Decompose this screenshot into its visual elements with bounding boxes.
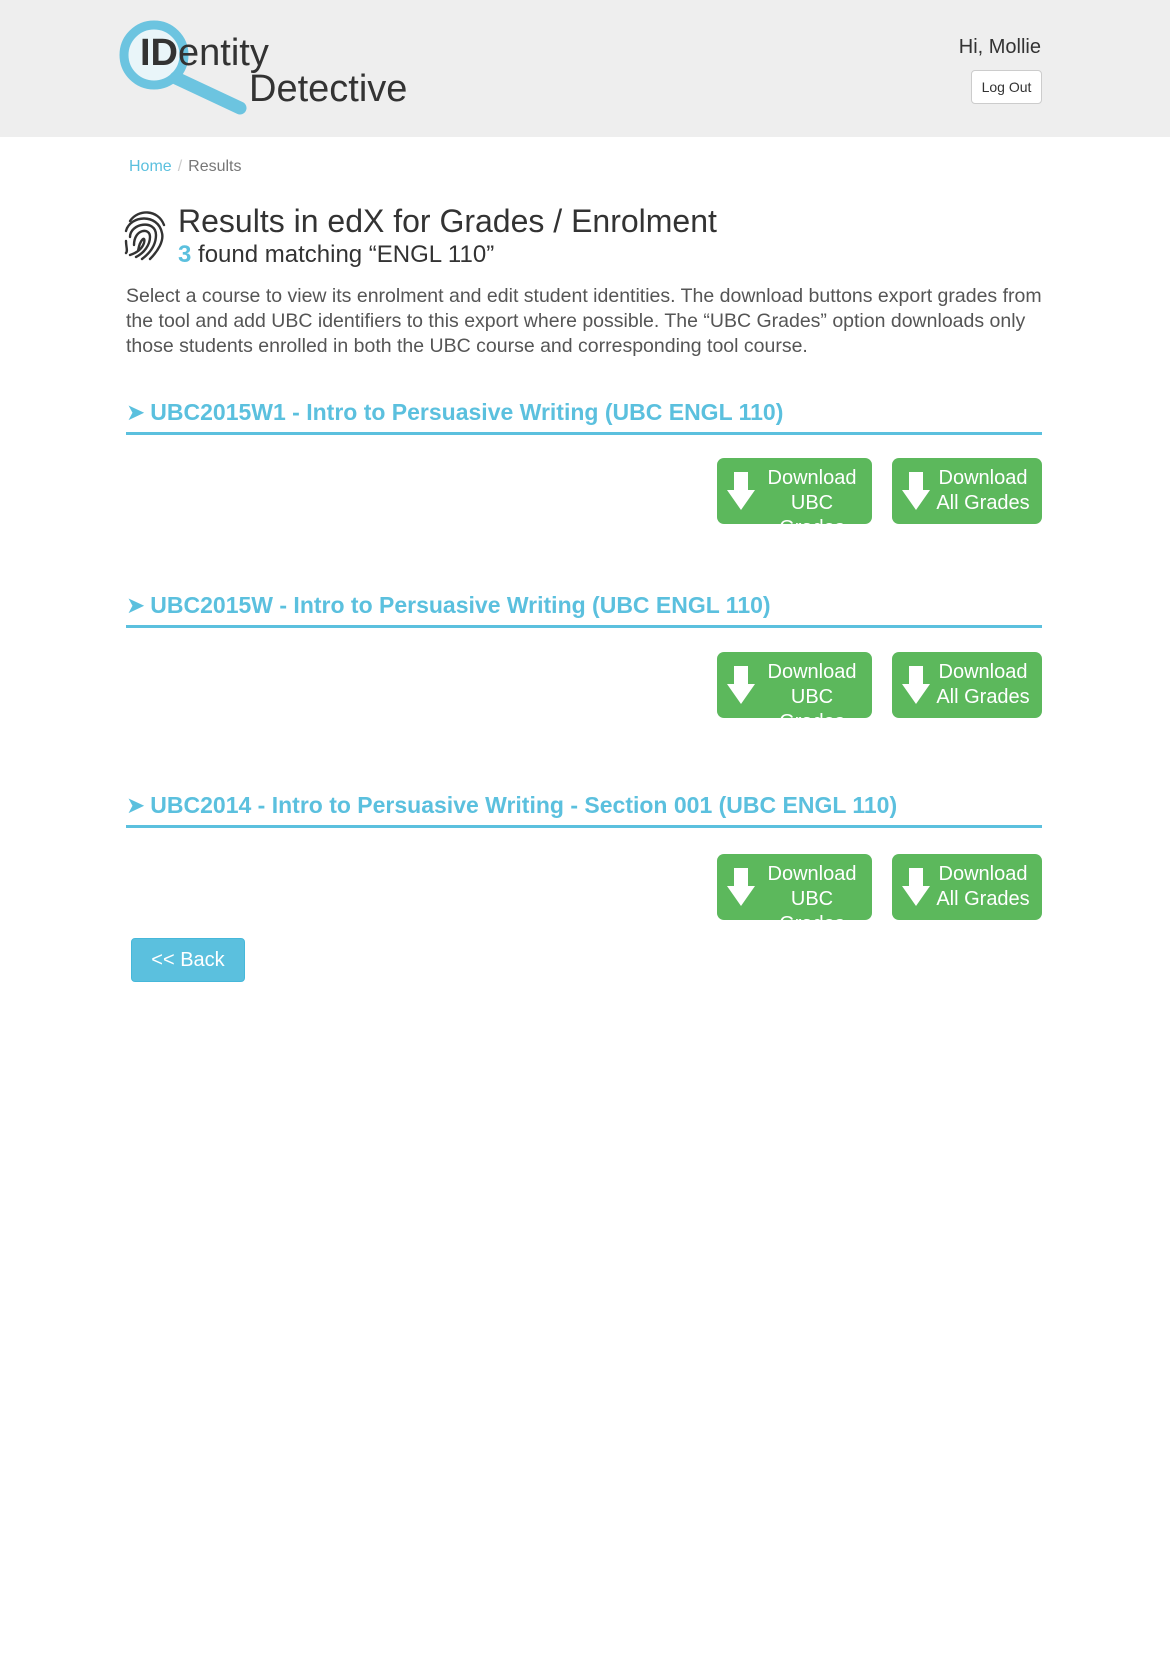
page-title: Results in edX for Grades / Enrolment xyxy=(178,203,717,239)
download-all-grades-button[interactable]: Download All Grades xyxy=(892,652,1042,718)
download-ubc-grades-button[interactable]: Download UBC Grades xyxy=(717,854,872,935)
download-all-grades-button[interactable]: Download All Grades xyxy=(892,458,1042,524)
button-label-line: UBC Grades xyxy=(779,492,845,539)
breadcrumb-home-link[interactable]: Home xyxy=(129,158,172,175)
course-title: UBC2015W1 - Intro to Persuasive Writing … xyxy=(150,399,784,425)
button-label: Download All Grades xyxy=(932,862,1034,912)
download-arrow-icon xyxy=(727,868,755,906)
button-label-line: Download xyxy=(767,467,857,489)
logo-text-detective: Detective xyxy=(249,68,408,110)
button-label-line: Download xyxy=(938,863,1028,885)
course-link[interactable]: ➤ UBC2015W - Intro to Persuasive Writing … xyxy=(126,589,1042,622)
button-label-line: Download xyxy=(938,467,1028,489)
site-header: IDentity Detective Hi, Mollie Log Out xyxy=(0,0,1170,137)
download-arrow-icon xyxy=(902,472,930,510)
button-label: Download UBC Grades xyxy=(759,466,865,541)
download-ubc-grades-button[interactable]: Download UBC Grades xyxy=(717,458,872,539)
course-title: UBC2015W - Intro to Persuasive Writing (… xyxy=(150,592,771,618)
course-section: ➤ UBC2015W - Intro to Persuasive Writing … xyxy=(126,589,1042,628)
breadcrumb: Home / Results xyxy=(129,158,242,176)
breadcrumb-current: Results xyxy=(188,158,242,175)
button-label-line: Download xyxy=(938,661,1028,683)
arrow-right-icon: ➤ xyxy=(126,792,146,818)
button-label: Download All Grades xyxy=(932,660,1034,710)
arrow-right-icon: ➤ xyxy=(126,592,146,618)
breadcrumb-separator: / xyxy=(177,158,183,175)
fingerprint-icon xyxy=(124,211,166,261)
logo-text-id: ID xyxy=(140,32,178,74)
button-label-line: Download xyxy=(767,863,857,885)
button-label-line: All Grades xyxy=(936,686,1030,708)
course-divider xyxy=(126,825,1042,828)
button-label: Download UBC Grades xyxy=(759,660,865,735)
button-label-line: All Grades xyxy=(936,888,1030,910)
course-link[interactable]: ➤ UBC2014 - Intro to Persuasive Writing -… xyxy=(126,789,1042,822)
button-label-line: All Grades xyxy=(936,492,1030,514)
course-divider xyxy=(126,625,1042,628)
course-title: UBC2014 - Intro to Persuasive Writing - … xyxy=(150,792,898,818)
button-label: Download UBC Grades xyxy=(759,862,865,937)
course-divider xyxy=(126,432,1042,435)
download-arrow-icon xyxy=(902,868,930,906)
download-arrow-icon xyxy=(727,472,755,510)
course-link[interactable]: ➤ UBC2015W1 - Intro to Persuasive Writing… xyxy=(126,396,1042,429)
arrow-right-icon: ➤ xyxy=(126,399,146,425)
button-label-line: UBC Grades xyxy=(779,686,845,733)
download-ubc-grades-button[interactable]: Download UBC Grades xyxy=(717,652,872,733)
download-arrow-icon xyxy=(727,666,755,704)
identity-detective-logo[interactable]: IDentity Detective xyxy=(118,18,418,118)
results-subtitle: 3 found matching “ENGL 110” xyxy=(178,241,494,269)
user-greeting: Hi, Mollie xyxy=(958,36,1041,58)
button-label-line: Download xyxy=(767,661,857,683)
instructions-text: Select a course to view its enrolment an… xyxy=(126,285,1042,357)
logout-button[interactable]: Log Out xyxy=(971,70,1042,104)
download-arrow-icon xyxy=(902,666,930,704)
result-count: 3 xyxy=(178,241,192,268)
download-all-grades-button[interactable]: Download All Grades xyxy=(892,854,1042,920)
course-section: ➤ UBC2015W1 - Intro to Persuasive Writing… xyxy=(126,396,1042,435)
result-query-text: found matching “ENGL 110” xyxy=(198,241,495,268)
back-button[interactable]: << Back xyxy=(131,938,245,982)
course-section: ➤ UBC2014 - Intro to Persuasive Writing -… xyxy=(126,789,1042,828)
button-label: Download All Grades xyxy=(932,466,1034,516)
button-label-line: UBC Grades xyxy=(779,888,845,935)
